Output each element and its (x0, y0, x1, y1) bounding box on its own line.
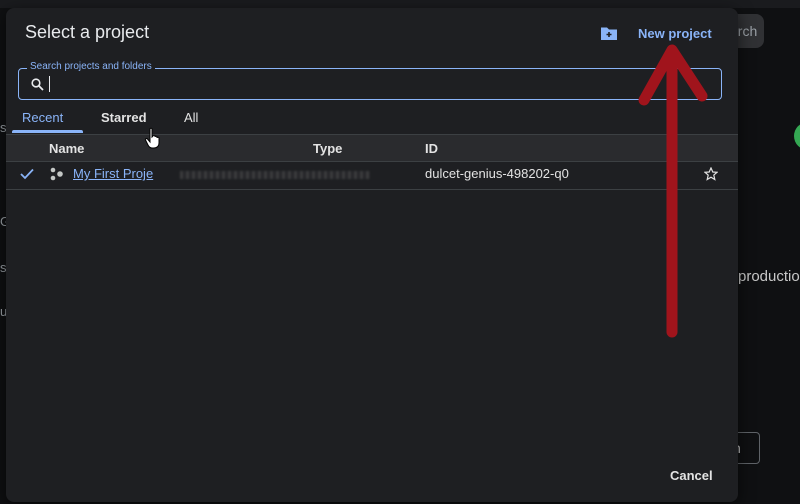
search-field-label: Search projects and folders (27, 61, 155, 72)
dialog-title: Select a project (25, 22, 150, 42)
table-row[interactable]: My First Proje dulcet-genius-498202-q0 (6, 161, 738, 190)
folder-add-icon (601, 27, 617, 40)
search-input[interactable] (49, 75, 689, 93)
project-icon (50, 167, 63, 181)
background-status-indicator (794, 122, 800, 150)
project-id: dulcet-genius-498202-q0 (425, 166, 569, 181)
new-project-label: New project (638, 25, 712, 41)
background-top-bar (0, 0, 800, 8)
column-header-id[interactable]: ID (425, 141, 438, 156)
project-name-link[interactable]: My First Proje (73, 166, 153, 181)
column-header-type[interactable]: Type (313, 141, 342, 156)
check-icon (20, 168, 34, 180)
tab-recent[interactable]: Recent (22, 110, 63, 125)
search-field[interactable]: Search projects and folders (18, 61, 722, 100)
active-tab-indicator (12, 130, 83, 133)
tab-starred[interactable]: Starred (101, 110, 147, 125)
new-project-button[interactable]: New project (600, 22, 712, 44)
background-text: productio (738, 268, 800, 285)
table-header: Name Type ID (6, 134, 738, 162)
star-outline-icon[interactable] (704, 167, 718, 181)
text-caret (49, 76, 50, 92)
hand-cursor-icon (144, 127, 160, 149)
select-project-dialog: Select a project New project Search proj… (6, 8, 738, 502)
blurred-type-cell (180, 171, 370, 179)
search-icon (31, 78, 44, 91)
cancel-button[interactable]: Cancel (670, 468, 713, 483)
project-tabs: Recent Starred All (6, 108, 738, 134)
tab-all[interactable]: All (184, 110, 198, 125)
column-header-name[interactable]: Name (49, 141, 84, 156)
